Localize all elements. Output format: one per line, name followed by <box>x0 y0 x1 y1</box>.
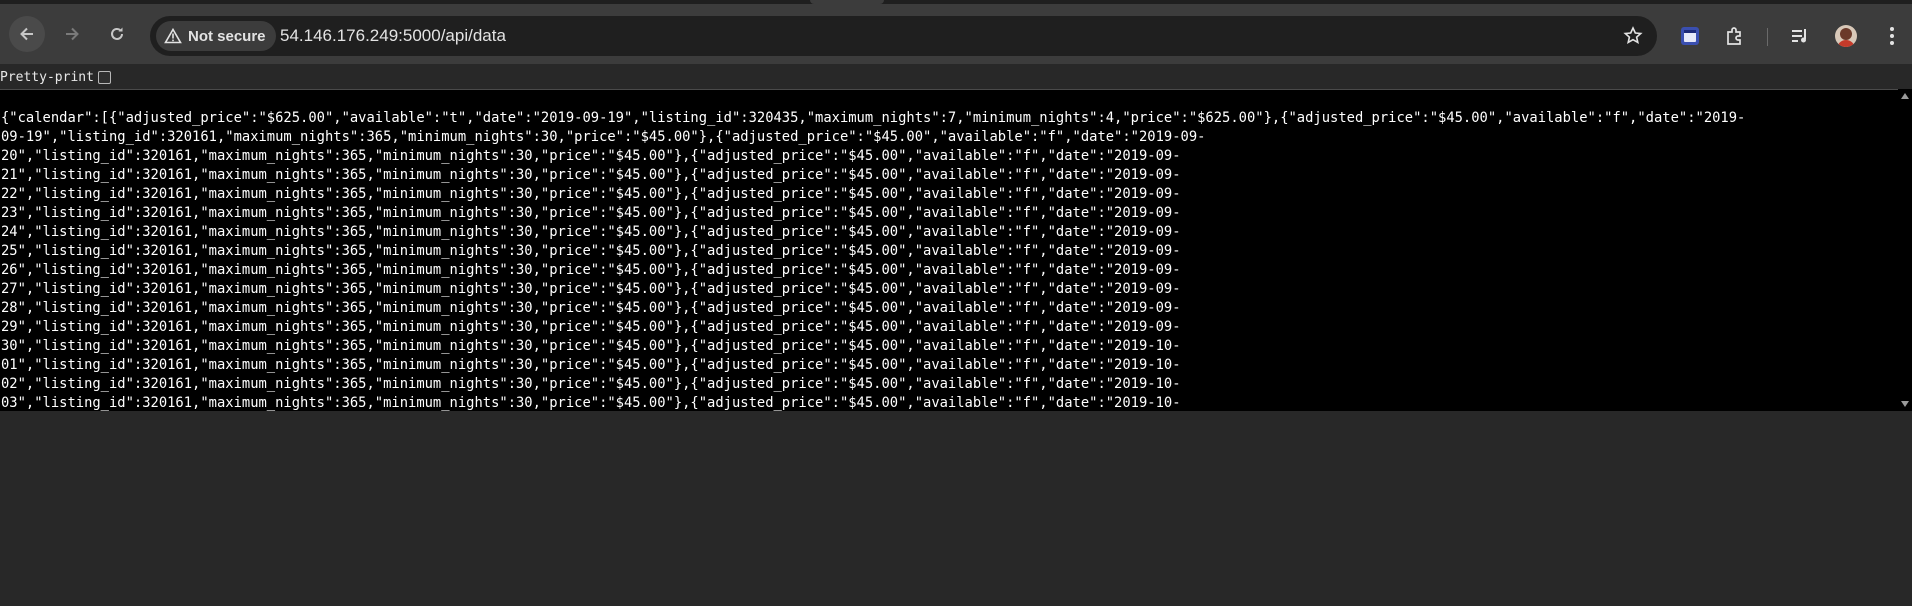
extensions-button[interactable] <box>1723 24 1747 48</box>
json-line: 21","listing_id":320161,"maximum_nights"… <box>1 167 1181 183</box>
json-line: 02","listing_id":320161,"maximum_nights"… <box>1 376 1181 392</box>
bookmark-star-button[interactable] <box>1621 24 1645 48</box>
calendar-extension-icon <box>1681 27 1699 45</box>
json-line: 28","listing_id":320161,"maximum_nights"… <box>1 300 1181 316</box>
json-line: 29","listing_id":320161,"maximum_nights"… <box>1 319 1181 335</box>
back-button[interactable] <box>9 16 45 52</box>
star-icon <box>1623 26 1643 44</box>
calendar-extension-button[interactable] <box>1678 24 1702 48</box>
toolbar-separator <box>1767 28 1768 46</box>
back-arrow-icon <box>20 27 33 41</box>
json-line: 25","listing_id":320161,"maximum_nights"… <box>1 243 1181 259</box>
json-line: 26","listing_id":320161,"maximum_nights"… <box>1 262 1181 278</box>
pretty-print-label: Pretty-print <box>0 69 94 85</box>
json-line: 30","listing_id":320161,"maximum_nights"… <box>1 338 1181 354</box>
forward-button[interactable] <box>54 16 90 52</box>
address-bar[interactable]: Not secure 54.146.176.249:5000/api/data <box>150 16 1657 56</box>
json-viewer: {"calendar":[{"adjusted_price":"$625.00"… <box>0 89 1912 411</box>
profile-avatar[interactable] <box>1835 25 1857 47</box>
site-security-chip[interactable]: Not secure <box>156 21 276 51</box>
media-controls-icon <box>1792 29 1806 43</box>
json-line: 03","listing_id":320161,"maximum_nights"… <box>1 395 1181 411</box>
url-text[interactable]: 54.146.176.249:5000/api/data <box>280 26 506 46</box>
security-label: Not secure <box>188 27 266 45</box>
browser-menu-button[interactable] <box>1880 24 1904 48</box>
reload-icon <box>111 27 123 40</box>
json-line: 23","listing_id":320161,"maximum_nights"… <box>1 205 1181 221</box>
reload-button[interactable] <box>99 16 135 52</box>
page-content: Pretty-print {"calendar":[{"adjusted_pri… <box>0 64 1912 606</box>
json-line: 20","listing_id":320161,"maximum_nights"… <box>1 148 1181 164</box>
json-viewer-border <box>0 89 1912 90</box>
json-text: {"calendar":[{"adjusted_price":"$625.00"… <box>1 109 1889 413</box>
json-line: 27","listing_id":320161,"maximum_nights"… <box>1 281 1181 297</box>
json-line: 24","listing_id":320161,"maximum_nights"… <box>1 224 1181 240</box>
vertical-scrollbar[interactable] <box>1898 89 1912 411</box>
media-controls-button[interactable] <box>1788 24 1812 48</box>
kebab-menu-icon <box>1890 27 1894 45</box>
forward-arrow-icon <box>66 27 79 41</box>
browser-toolbar: Not secure 54.146.176.249:5000/api/data <box>0 4 1912 64</box>
scroll-down-arrow-icon[interactable] <box>1901 401 1909 407</box>
json-line: {"calendar":[{"adjusted_price":"$625.00"… <box>1 110 1746 126</box>
json-line: 09-19","listing_id":320161,"maximum_nigh… <box>1 129 1206 145</box>
puzzle-extensions-icon <box>1727 27 1741 45</box>
json-line: 22","listing_id":320161,"maximum_nights"… <box>1 186 1181 202</box>
json-line: 01","listing_id":320161,"maximum_nights"… <box>1 357 1181 373</box>
pretty-print-checkbox[interactable] <box>97 70 111 84</box>
warning-icon <box>164 28 182 44</box>
scroll-up-arrow-icon[interactable] <box>1901 93 1909 99</box>
pretty-print-toggle[interactable]: Pretty-print <box>0 67 111 87</box>
